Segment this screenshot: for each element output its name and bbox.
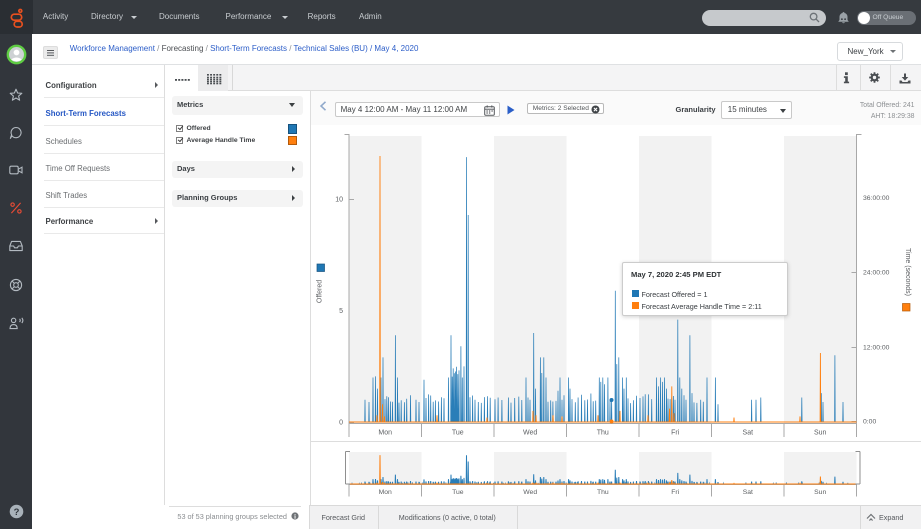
svg-text:?: ? <box>13 507 19 518</box>
svg-text:Thu: Thu <box>597 489 609 496</box>
svg-text:Tue: Tue <box>452 489 464 496</box>
svg-text:Fri: Fri <box>671 489 679 496</box>
svg-text:Sat: Sat <box>743 489 753 496</box>
svg-text:i: i <box>294 513 296 520</box>
svg-text:Sun: Sun <box>814 489 826 496</box>
svg-text:Mon: Mon <box>379 489 392 496</box>
svg-text:Wed: Wed <box>523 489 537 496</box>
